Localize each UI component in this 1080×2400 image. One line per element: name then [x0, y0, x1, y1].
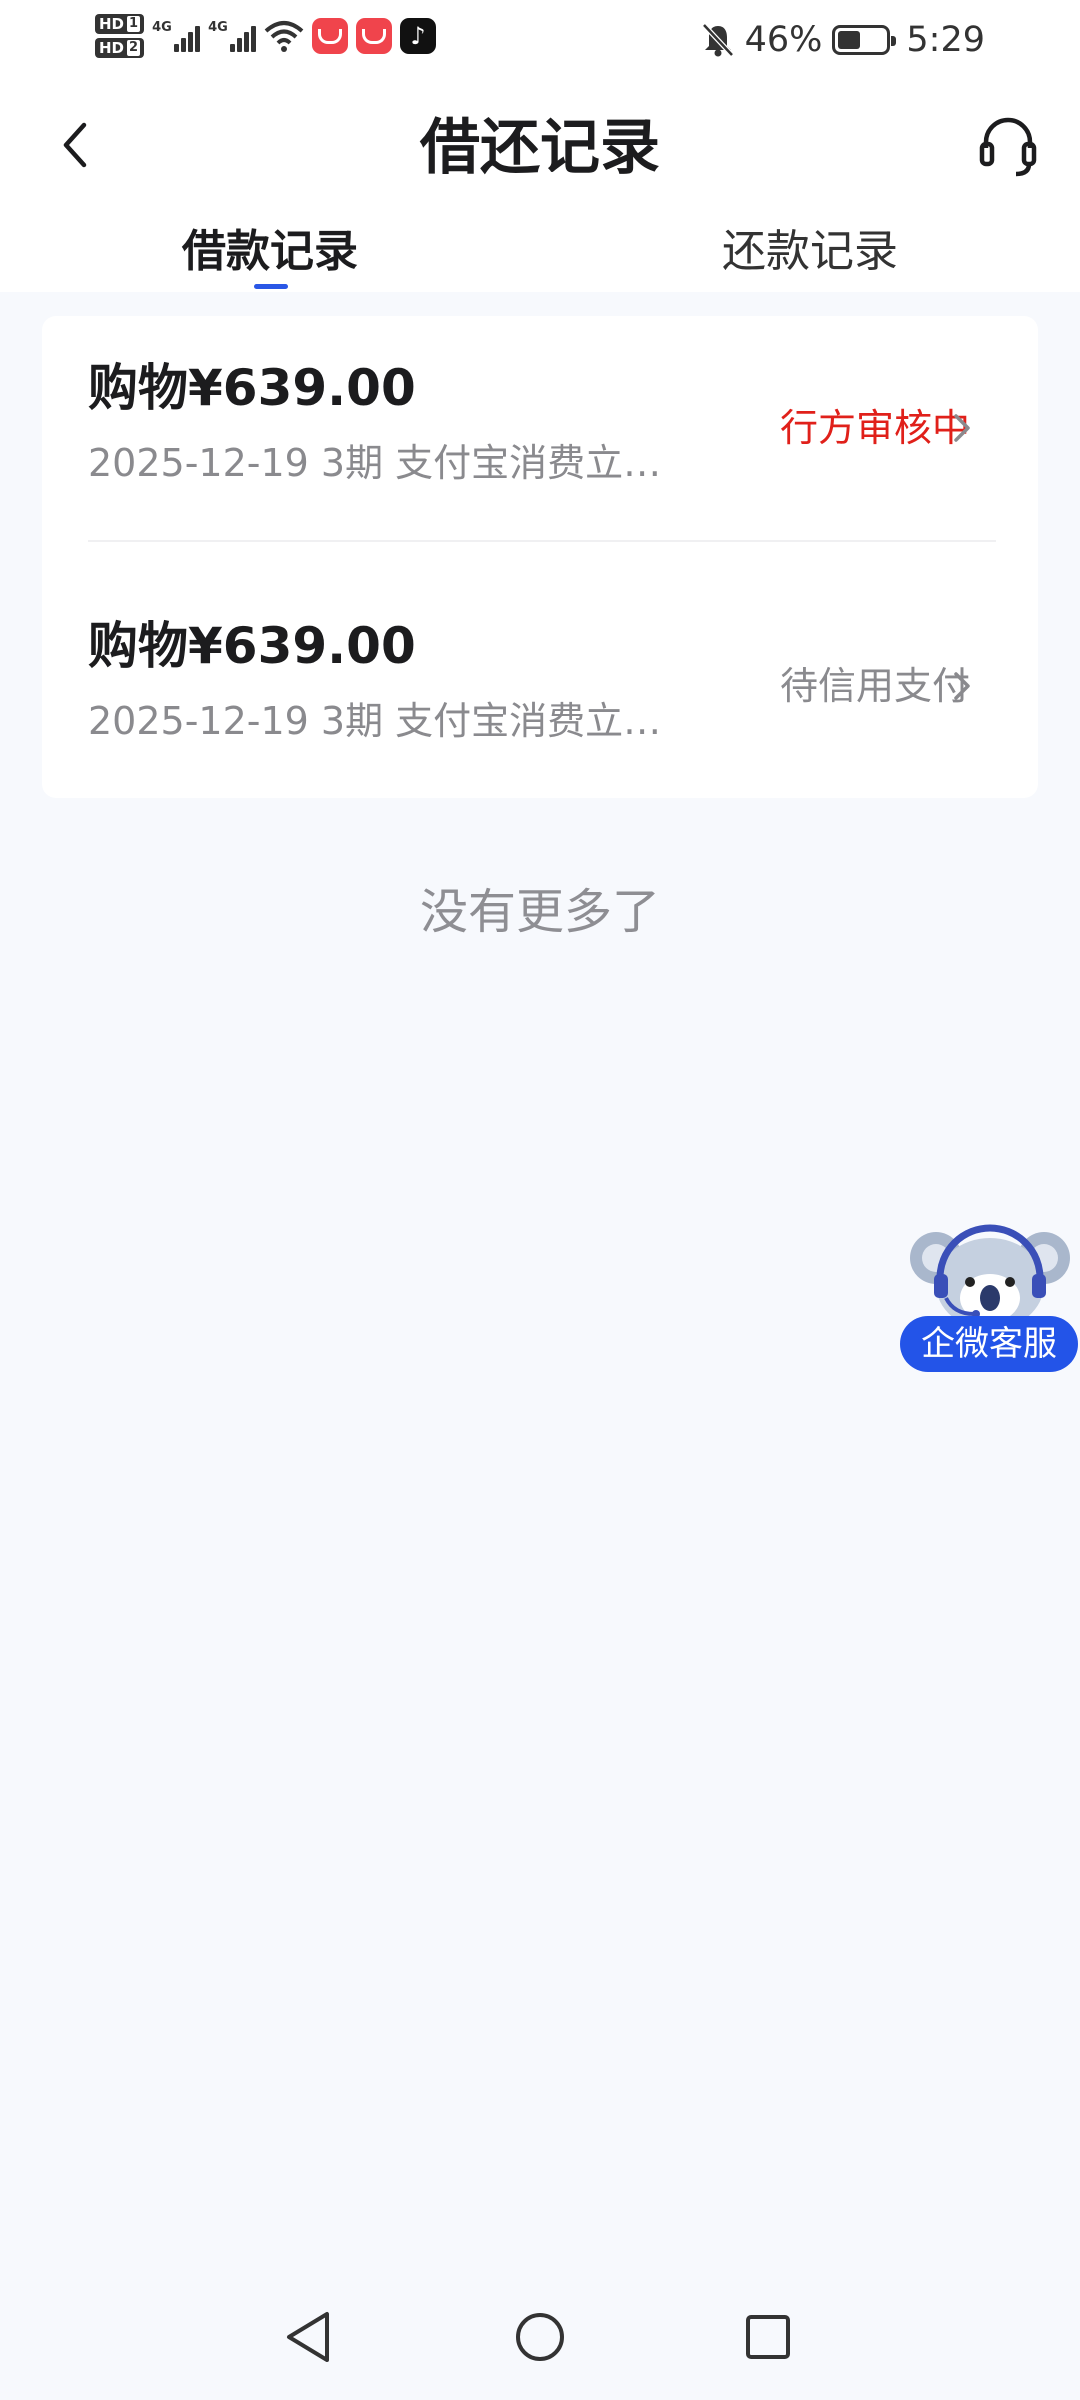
page-title: 借还记录	[420, 113, 660, 183]
record-status: 待信用支付	[779, 664, 970, 708]
tiktok-icon: ♪	[400, 18, 437, 54]
triangle-back-icon	[287, 2312, 329, 2362]
nav-home-button[interactable]	[508, 2305, 572, 2369]
status-bar-right: 46% 5:29	[701, 14, 985, 66]
chevron-right-icon	[952, 403, 982, 453]
headset-icon	[979, 117, 1037, 177]
record-subtitle: 2025-12-19 3期 支付宝消费立…	[88, 699, 662, 743]
chevron-right-icon	[952, 661, 982, 711]
floating-service-label[interactable]: 企微客服	[900, 1316, 1078, 1372]
record-subtitle: 2025-12-19 3期 支付宝消费立…	[88, 441, 662, 485]
record-status: 行方审核中	[779, 406, 970, 450]
signal-icon: 4G	[208, 20, 257, 52]
nav-recents-button[interactable]	[736, 2305, 800, 2369]
bell-muted-icon	[701, 23, 734, 57]
hd-badge-2: HD 2	[95, 38, 145, 58]
battery-percent: 46%	[744, 20, 823, 60]
nav-back-button[interactable]	[276, 2305, 340, 2369]
battery-icon	[832, 25, 897, 55]
wifi-icon	[264, 21, 304, 52]
customer-service-button[interactable]	[970, 108, 1046, 184]
circle-home-icon	[516, 2313, 564, 2361]
list-end-text: 没有更多了	[419, 884, 660, 940]
record-amount: 购物¥639.00	[88, 617, 416, 675]
hd-badge-1: HD 1	[95, 14, 145, 34]
tab-borrow-records[interactable]: 借款记录	[90, 222, 450, 282]
sim-indicators: HD 1 HD 2	[95, 14, 145, 58]
signal-icon: 4G	[152, 20, 201, 52]
tab-repay-records[interactable]: 还款记录	[630, 222, 990, 282]
square-recents-icon	[746, 2315, 790, 2359]
record-amount: 购物¥639.00	[88, 359, 416, 417]
battery-fill	[838, 31, 860, 49]
huawei-appgallery-icon	[356, 18, 393, 54]
clock: 5:29	[906, 20, 985, 60]
huawei-appgallery-icon	[312, 18, 349, 54]
active-tab-indicator	[254, 284, 288, 289]
status-bar-left: HD 1 HD 2 4G 4G ♪	[95, 10, 437, 62]
